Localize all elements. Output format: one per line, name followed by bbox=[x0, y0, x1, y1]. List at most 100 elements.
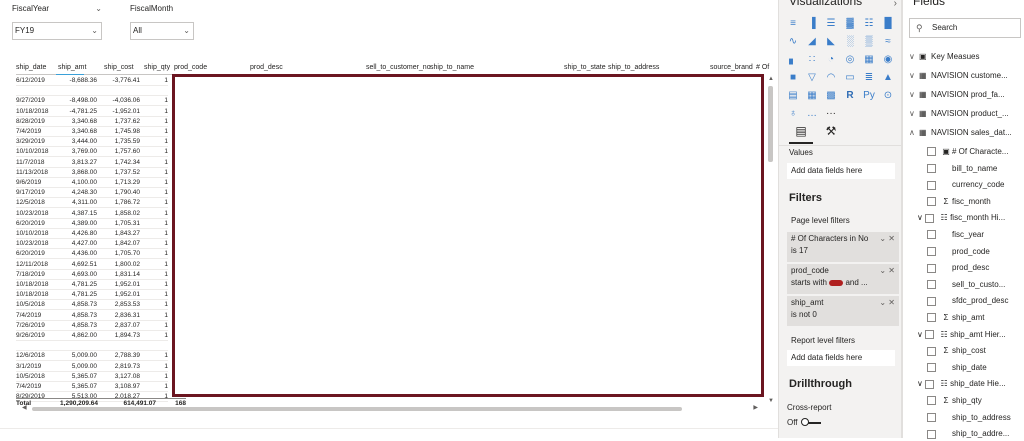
field-checkbox[interactable] bbox=[927, 363, 936, 373]
slicer-fiscal-year[interactable]: FiscalYear ⌄ FY19 ⌄ bbox=[12, 4, 102, 40]
column-header-ship-cost[interactable]: ship_cost bbox=[104, 64, 134, 74]
close-icon[interactable]: ✕ bbox=[888, 298, 895, 307]
table-row[interactable]: 10/18/2018 4,781.25 1,952.01 1 bbox=[16, 280, 168, 290]
toggle-knob[interactable] bbox=[800, 417, 809, 426]
filled-map-icon[interactable]: ■ bbox=[787, 72, 799, 84]
table-row[interactable]: 11/13/2018 3,868.00 1,737.52 1 bbox=[16, 168, 168, 178]
scrollbar-thumb[interactable] bbox=[32, 407, 682, 411]
table-row[interactable]: 9/26/2019 4,862.00 1,894.73 1 bbox=[16, 331, 168, 341]
field-checkbox[interactable] bbox=[927, 296, 936, 306]
table-row[interactable]: 3/1/2019 5,009.00 2,819.73 1 bbox=[16, 362, 168, 372]
field-item[interactable]: ship_to_addre... bbox=[927, 427, 1024, 441]
fields-search-input[interactable]: ⚲ Search bbox=[909, 18, 1021, 38]
table-row[interactable]: 12/5/2018 4,311.00 1,786.72 1 bbox=[16, 198, 168, 209]
field-item[interactable]: prod_desc bbox=[927, 261, 1024, 275]
field-checkbox[interactable] bbox=[927, 197, 936, 207]
table-row[interactable]: 7/4/2019 3,340.68 1,745.98 1 bbox=[16, 127, 168, 137]
filter-controls[interactable]: ⌄ ✕ bbox=[879, 298, 895, 307]
table-row[interactable]: 10/5/2018 4,858.73 2,853.53 1 bbox=[16, 300, 168, 311]
100-bar-icon[interactable]: ☷ bbox=[863, 18, 875, 30]
field-item[interactable]: bill_to_name bbox=[927, 162, 1024, 176]
scroll-right-icon[interactable]: ▶ bbox=[753, 404, 758, 411]
chevron-down-icon[interactable]: ⌄ bbox=[879, 298, 886, 307]
chevron-down-icon[interactable]: ∨ bbox=[917, 379, 925, 388]
area-chart-icon[interactable]: ◢ bbox=[806, 36, 818, 48]
horizontal-scrollbar[interactable]: ◀ ▶ bbox=[22, 405, 758, 412]
scroll-left-icon[interactable]: ◀ bbox=[22, 404, 27, 411]
chevron-down-icon[interactable]: ∨ bbox=[909, 50, 919, 64]
chevron-up-icon[interactable]: ∧ bbox=[909, 126, 919, 140]
globe-icon[interactable]: ♁ bbox=[787, 108, 799, 120]
table-row[interactable]: 6/12/2019 -8,688.36 -3,776.41 1 bbox=[16, 76, 168, 86]
table-row[interactable]: 10/18/2018 4,781.25 1,952.01 1 bbox=[16, 290, 168, 301]
column-header-prod-code[interactable]: prod_code bbox=[174, 64, 207, 74]
column-header-source-brand[interactable]: source_brand bbox=[710, 64, 753, 74]
field-table-0[interactable]: ∨ ▣ Key Measues bbox=[909, 50, 1024, 64]
chevron-down-icon[interactable]: ∨ bbox=[909, 88, 919, 102]
field-table-1[interactable]: ∨ ▦ NAVISION custome... bbox=[909, 69, 1024, 83]
field-checkbox[interactable] bbox=[927, 396, 936, 406]
table-row[interactable]: 10/18/2018 -4,781.25 -1,952.01 1 bbox=[16, 107, 168, 117]
stacked-area-icon[interactable]: ◣ bbox=[825, 36, 837, 48]
field-checkbox[interactable] bbox=[927, 180, 936, 190]
table-row[interactable]: 9/6/2019 4,100.00 1,713.29 1 bbox=[16, 178, 168, 188]
field-table-2[interactable]: ∨ ▦ NAVISION prod_fa... bbox=[909, 88, 1024, 102]
filter-card-prod-code[interactable]: prod_code starts with and ... ⌄ ✕ bbox=[787, 264, 899, 294]
chevron-down-icon[interactable]: ∨ bbox=[909, 107, 919, 121]
table-row[interactable]: 9/17/2019 4,248.30 1,790.40 1 bbox=[16, 188, 168, 199]
field-item[interactable]: ship_to_address bbox=[927, 411, 1024, 425]
table-row[interactable]: 6/20/2019 4,389.00 1,705.31 1 bbox=[16, 219, 168, 229]
chevron-down-icon[interactable]: ∨ bbox=[917, 330, 925, 339]
table-row[interactable]: 10/23/2018 4,427.00 1,842.07 1 bbox=[16, 239, 168, 250]
chevron-down-icon[interactable]: ⌄ bbox=[95, 4, 102, 13]
column-header-ship-amt[interactable]: ship_amt bbox=[58, 64, 86, 74]
slicer-dropdown[interactable]: FY19 ⌄ bbox=[12, 22, 102, 40]
line-column-icon[interactable]: ░ bbox=[844, 36, 856, 48]
field-checkbox[interactable] bbox=[925, 329, 935, 339]
column-header-sell-to-customer-no[interactable]: sell_to_customer_no bbox=[366, 64, 431, 74]
scrollbar-thumb[interactable] bbox=[768, 86, 773, 162]
field-item[interactable]: ▣ # Of Characte... bbox=[927, 145, 1024, 159]
field-item[interactable]: currency_code bbox=[927, 178, 1024, 192]
column-header-ship-date[interactable]: ship_date bbox=[16, 64, 46, 74]
field-item[interactable]: prod_code bbox=[927, 245, 1024, 259]
field-item[interactable]: ∨ ☷ fisc_month Hi... bbox=[917, 211, 1015, 225]
table-row[interactable]: 12/6/2018 5,009.00 2,788.39 1 bbox=[16, 351, 168, 362]
column-header-ship-qty[interactable]: ship_qty bbox=[144, 64, 170, 74]
donut-icon[interactable]: ◎ bbox=[844, 54, 856, 66]
field-item[interactable]: Σship_amt bbox=[927, 311, 1024, 325]
key-influencers-icon[interactable]: ⊙ bbox=[882, 90, 894, 102]
field-table-3[interactable]: ∨ ▦ NAVISION product_... bbox=[909, 107, 1024, 121]
chevron-down-icon[interactable]: ⌄ bbox=[879, 234, 886, 243]
field-checkbox[interactable] bbox=[927, 412, 936, 422]
r-visual-icon[interactable]: R bbox=[844, 90, 856, 102]
treemap-icon[interactable]: ▦ bbox=[863, 54, 875, 66]
column-header-ship-to-address[interactable]: ship_to_address bbox=[608, 64, 659, 74]
table-row[interactable]: 10/10/2018 4,426.80 1,843.27 1 bbox=[16, 229, 168, 239]
field-checkbox[interactable] bbox=[927, 263, 936, 273]
filter-controls[interactable]: ⌄ ✕ bbox=[879, 266, 895, 275]
field-item[interactable]: Σship_qty bbox=[927, 394, 1024, 408]
gauge-icon[interactable]: ◠ bbox=[825, 72, 837, 84]
filter-controls[interactable]: ⌄ ✕ bbox=[879, 234, 895, 243]
table-row[interactable] bbox=[16, 86, 168, 97]
table-row[interactable]: 7/26/2019 4,858.73 2,837.07 1 bbox=[16, 321, 168, 331]
vertical-scrollbar[interactable]: ▲ ▼ bbox=[767, 76, 775, 404]
table-row[interactable]: 10/5/2018 5,365.07 3,127.08 1 bbox=[16, 372, 168, 382]
values-drop-zone[interactable]: Add data fields here bbox=[787, 163, 895, 179]
chevron-down-icon[interactable]: ∨ bbox=[909, 69, 919, 83]
close-icon[interactable]: ✕ bbox=[888, 266, 895, 275]
field-item[interactable]: ship_date bbox=[927, 361, 1024, 375]
ribbon-chart-icon[interactable]: ≈ bbox=[882, 36, 894, 48]
field-checkbox[interactable] bbox=[925, 379, 935, 389]
table-row[interactable]: 10/23/2018 4,387.15 1,858.02 1 bbox=[16, 209, 168, 219]
table-row[interactable]: 12/11/2018 4,692.51 1,800.02 1 bbox=[16, 260, 168, 270]
filter-card-ship-amt[interactable]: ship_amt is not 0 ⌄ ✕ bbox=[787, 296, 899, 326]
field-checkbox[interactable] bbox=[927, 230, 936, 240]
waterfall-icon[interactable]: ▖ bbox=[787, 54, 799, 66]
field-checkbox[interactable] bbox=[927, 147, 936, 157]
funnel-icon[interactable]: ▽ bbox=[806, 72, 818, 84]
table-row[interactable]: 3/29/2019 3,444.00 1,735.59 1 bbox=[16, 137, 168, 148]
table-row[interactable]: 6/20/2019 4,436.00 1,705.70 1 bbox=[16, 249, 168, 260]
field-checkbox[interactable] bbox=[927, 313, 936, 323]
